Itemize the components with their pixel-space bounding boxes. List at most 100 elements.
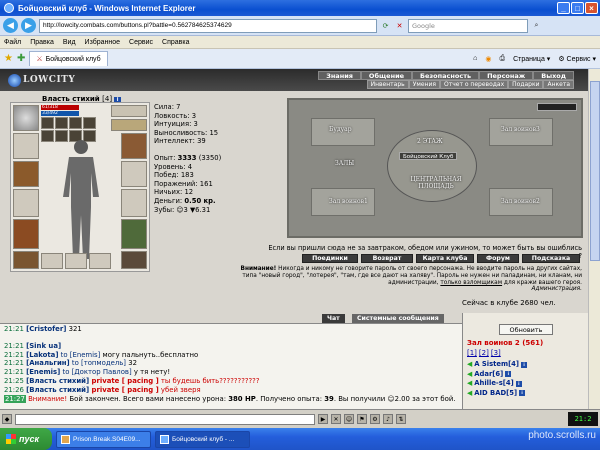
back-button[interactable]: ◀ [3,18,18,33]
nav-security[interactable]: Безопасность [412,71,480,80]
send-icon[interactable]: ▶ [318,414,328,424]
weapon-slot[interactable] [13,189,39,217]
user-item[interactable]: ◀ A Sistem[4] i [467,360,528,370]
taskbar-item-browser[interactable]: Бойцовский клуб - ... [155,430,250,448]
nav-exit[interactable]: Выход [533,71,574,80]
forum-button[interactable]: Форум [477,254,519,263]
return-button[interactable]: Возврат [361,254,413,263]
duels-button[interactable]: Поединки [302,254,358,263]
helmet-slot[interactable] [13,105,39,131]
ring-slot-1[interactable] [41,117,54,129]
offhand-slot[interactable] [121,189,147,217]
warning-link[interactable]: только взломщикам [440,280,502,286]
nav-gifts[interactable]: Подарки [508,80,544,89]
maximize-button[interactable]: □ [571,2,584,14]
search-icon[interactable]: ⌕ [531,19,542,32]
filter-icon[interactable]: ⚑ [357,414,367,424]
user-item[interactable]: ◀ Adar[6] i [467,370,527,380]
ring-slot-right[interactable] [111,119,147,131]
sound-icon[interactable]: ♪ [383,414,393,424]
nav-inventory[interactable]: Инвентарь [366,80,409,89]
armor-slot[interactable] [13,219,39,249]
amulet-slot[interactable] [13,133,39,159]
tab-system-messages[interactable]: Системные сообщения [352,314,444,323]
club-map-button[interactable]: Карта клуба [416,254,474,263]
game-clock: 21:2 [568,412,598,426]
page-link-3[interactable]: [3] [491,349,501,357]
clear-icon[interactable]: ✕ [331,414,341,424]
nav-skills[interactable]: Умения [408,80,440,89]
extra-slot-2[interactable] [65,253,87,269]
minimize-button[interactable]: _ [557,2,570,14]
nav-knowledge[interactable]: Знания [318,71,361,80]
legs-slot[interactable] [121,219,147,249]
page-scrollbar[interactable] [588,69,600,409]
gloves-slot[interactable] [121,133,147,159]
close-button[interactable]: × [585,2,598,14]
stat-money: Деньги: 0.50 кр. [154,196,216,205]
page-link-2[interactable]: [2] [479,349,489,357]
menu-help[interactable]: Справка [162,39,189,46]
ring-slot-2[interactable] [55,117,68,129]
menu-view[interactable]: Вид [63,39,76,46]
earring-slot[interactable] [111,105,147,117]
settings-icon[interactable]: ⚙ [370,414,380,424]
map-mini-button[interactable] [537,103,577,111]
ring-slot-3[interactable] [69,117,82,129]
url-field[interactable]: http://lowcity.combats.com/buttons.pl?ba… [39,18,377,33]
extra-slot-3[interactable] [89,253,111,269]
browser-tab[interactable]: ⚔ Бойцовский клуб [29,51,108,66]
map-label-buduar: Будуар [329,126,352,133]
page-menu[interactable]: Страница ▾ [513,55,550,63]
shield-slot[interactable] [121,161,147,187]
ring-slot-5[interactable] [41,130,54,142]
extra-slot-1[interactable] [41,253,63,269]
nav-character[interactable]: Персонаж [479,71,534,80]
menu-file[interactable]: Файл [4,39,21,46]
game-buttons: Поединки Возврат Карта клуба Форум Подск… [302,254,580,263]
refresh-button[interactable]: Обновить [499,324,553,335]
user-item[interactable]: ◀ AID BAD[5] i [467,389,527,399]
ring-slot-4[interactable] [83,117,96,129]
game-logo[interactable]: LOWCITY [8,71,80,89]
belt-slot[interactable] [13,251,39,269]
nav-transfers[interactable]: Отчет о переводах [440,80,509,89]
map-label-central: ЦЕНТРАЛЬНАЯ ПЛОЩАДЬ [410,176,462,190]
nav-chat[interactable]: Общение [360,71,413,80]
stat-agility: Ловкость: 3 [154,111,197,120]
room-title: Зал воинов 2 (561) [467,339,544,347]
smiley-icon[interactable]: ☺ [344,414,354,424]
home-icon[interactable]: ⌂ [473,55,477,62]
map-club-button[interactable]: Бойцовский Клуб [399,152,458,160]
page-link-1[interactable]: [1] [467,349,477,357]
feeds-icon[interactable]: ◉ [485,55,491,63]
print-icon[interactable]: ⎙ [500,55,506,63]
bracers-slot[interactable] [13,161,39,187]
online-users: ◀ A Sistem[4] i ◀ Adar[6] i ◀ Ahille-s[4] i ◀ A… [467,360,528,399]
taskbar-item-prison-break[interactable]: Prison.Break.S04E09... [56,430,151,448]
scroll-icon[interactable]: ⇅ [396,414,406,424]
boots-slot[interactable] [121,251,147,269]
tools-menu[interactable]: ⚙ Сервис ▾ [558,55,596,63]
hint-button[interactable]: Подсказка [522,254,580,263]
menu-favorites[interactable]: Избранное [85,39,120,46]
add-favorite-icon[interactable]: ✚ [17,53,25,64]
user-item[interactable]: ◀ Ahille-s[4] i [467,379,527,389]
search-input[interactable]: Google [408,18,528,33]
info-icon: i [515,380,522,387]
forward-button[interactable]: ▶ [21,18,36,33]
chat-mode-icon[interactable]: ◆ [2,414,12,424]
refresh-icon[interactable]: ⟳ [380,19,391,32]
menu-tools[interactable]: Сервис [129,39,153,46]
menu-edit[interactable]: Правка [30,39,54,46]
chat-input[interactable] [15,413,315,425]
tab-chat[interactable]: Чат [322,314,345,323]
chat-line: 21:21 [Sink ua] [4,341,62,350]
nav-profile[interactable]: Анкета [543,80,574,89]
system-message: 21:27 Внимание! Бой закончен. Всего вами… [4,394,456,403]
favorites-star-icon[interactable]: ★ [4,53,13,64]
scrollbar-thumb[interactable] [590,81,600,261]
window-title: Бойцовский клуб - Windows Internet Explo… [18,3,196,13]
start-button[interactable]: пуск [0,428,52,450]
stop-icon[interactable]: ✕ [394,19,405,32]
